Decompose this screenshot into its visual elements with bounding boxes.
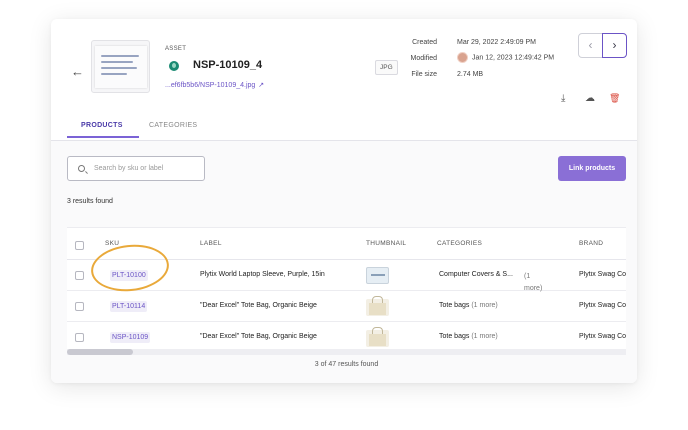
cloud-upload-icon[interactable]: ☁ xyxy=(585,93,595,104)
asset-file-link[interactable]: ...ef6fb5b6/NSP-10109_4.jpg ↗ xyxy=(165,81,264,89)
table-row[interactable]: PLT-10114 "Dear Excel" Tote Bag, Organic… xyxy=(67,291,626,322)
search-input[interactable]: Search by sku or label xyxy=(67,156,205,181)
product-label: "Dear Excel" Tote Bag, Organic Beige xyxy=(200,302,317,309)
filesize-label: File size xyxy=(411,71,437,78)
link-products-button[interactable]: Link products xyxy=(558,156,626,181)
product-category: Tote bags (1 more) xyxy=(439,333,498,340)
product-category: Tote bags (1 more) xyxy=(439,302,498,309)
row-checkbox[interactable] xyxy=(75,333,84,342)
created-label: Created xyxy=(412,39,437,46)
asset-title: NSP-10109_4 xyxy=(193,59,263,71)
search-icon xyxy=(78,165,85,172)
pagination-summary: 3 of 47 results found xyxy=(314,361,379,368)
delete-icon[interactable]: 🗑 xyxy=(609,93,620,104)
column-header-brand[interactable]: BRAND xyxy=(579,240,603,247)
column-header-label[interactable]: LABEL xyxy=(200,240,222,247)
sku-link[interactable]: NSP-10109 xyxy=(110,332,151,343)
asset-thumbnail[interactable] xyxy=(91,40,150,93)
column-header-categories[interactable]: CATEGORIES xyxy=(437,240,482,247)
sku-link[interactable]: PLT-10114 xyxy=(110,301,148,312)
modified-value: Jan 12, 2023 12:49:42 PM xyxy=(457,52,554,63)
filesize-value: 2.74 MB xyxy=(457,71,484,78)
product-brand: Plytix Swag Co xyxy=(579,302,626,309)
back-arrow-icon[interactable]: ← xyxy=(71,64,84,79)
select-all-checkbox[interactable] xyxy=(75,241,84,250)
product-brand: Plytix Swag Co xyxy=(579,271,626,278)
results-count: 3 results found xyxy=(67,198,113,205)
tab-products[interactable]: PRODUCTS xyxy=(67,122,139,138)
product-category: Computer Covers & S... xyxy=(439,271,513,278)
asset-card: ← ASSET NSP-10109_4 ...ef6fb5b6/NSP-1010… xyxy=(51,19,637,383)
row-checkbox[interactable] xyxy=(75,302,84,311)
product-label: Plytix World Laptop Sleeve, Purple, 15in xyxy=(200,271,325,278)
more-categories[interactable]: (1 more) xyxy=(471,302,497,309)
product-label: "Dear Excel" Tote Bag, Organic Beige xyxy=(200,333,317,340)
product-thumbnail xyxy=(366,267,389,284)
more-categories[interactable]: (1 more) xyxy=(471,333,497,340)
download-icon[interactable]: ⤓ xyxy=(561,93,565,104)
product-thumbnail xyxy=(366,296,389,316)
format-badge: JPG xyxy=(375,60,398,75)
column-header-thumbnail: THUMBNAIL xyxy=(366,240,407,247)
prev-asset-button[interactable]: ‹ xyxy=(578,33,603,58)
avatar xyxy=(457,52,468,63)
product-thumbnail xyxy=(366,327,389,347)
search-placeholder: Search by sku or label xyxy=(94,165,164,172)
row-checkbox[interactable] xyxy=(75,271,84,280)
modified-label: Modified xyxy=(410,55,437,62)
created-value: Mar 29, 2022 2:49:09 PM xyxy=(457,39,536,46)
product-brand: Plytix Swag Co xyxy=(579,333,626,340)
asset-tag: ASSET xyxy=(165,46,187,52)
table-footer: 3 of 47 results found xyxy=(67,355,626,383)
globe-icon xyxy=(169,61,179,71)
tab-categories[interactable]: CATEGORIES xyxy=(149,122,197,129)
next-asset-button[interactable]: › xyxy=(602,33,627,58)
external-link-icon[interactable]: ↗ xyxy=(258,82,264,89)
